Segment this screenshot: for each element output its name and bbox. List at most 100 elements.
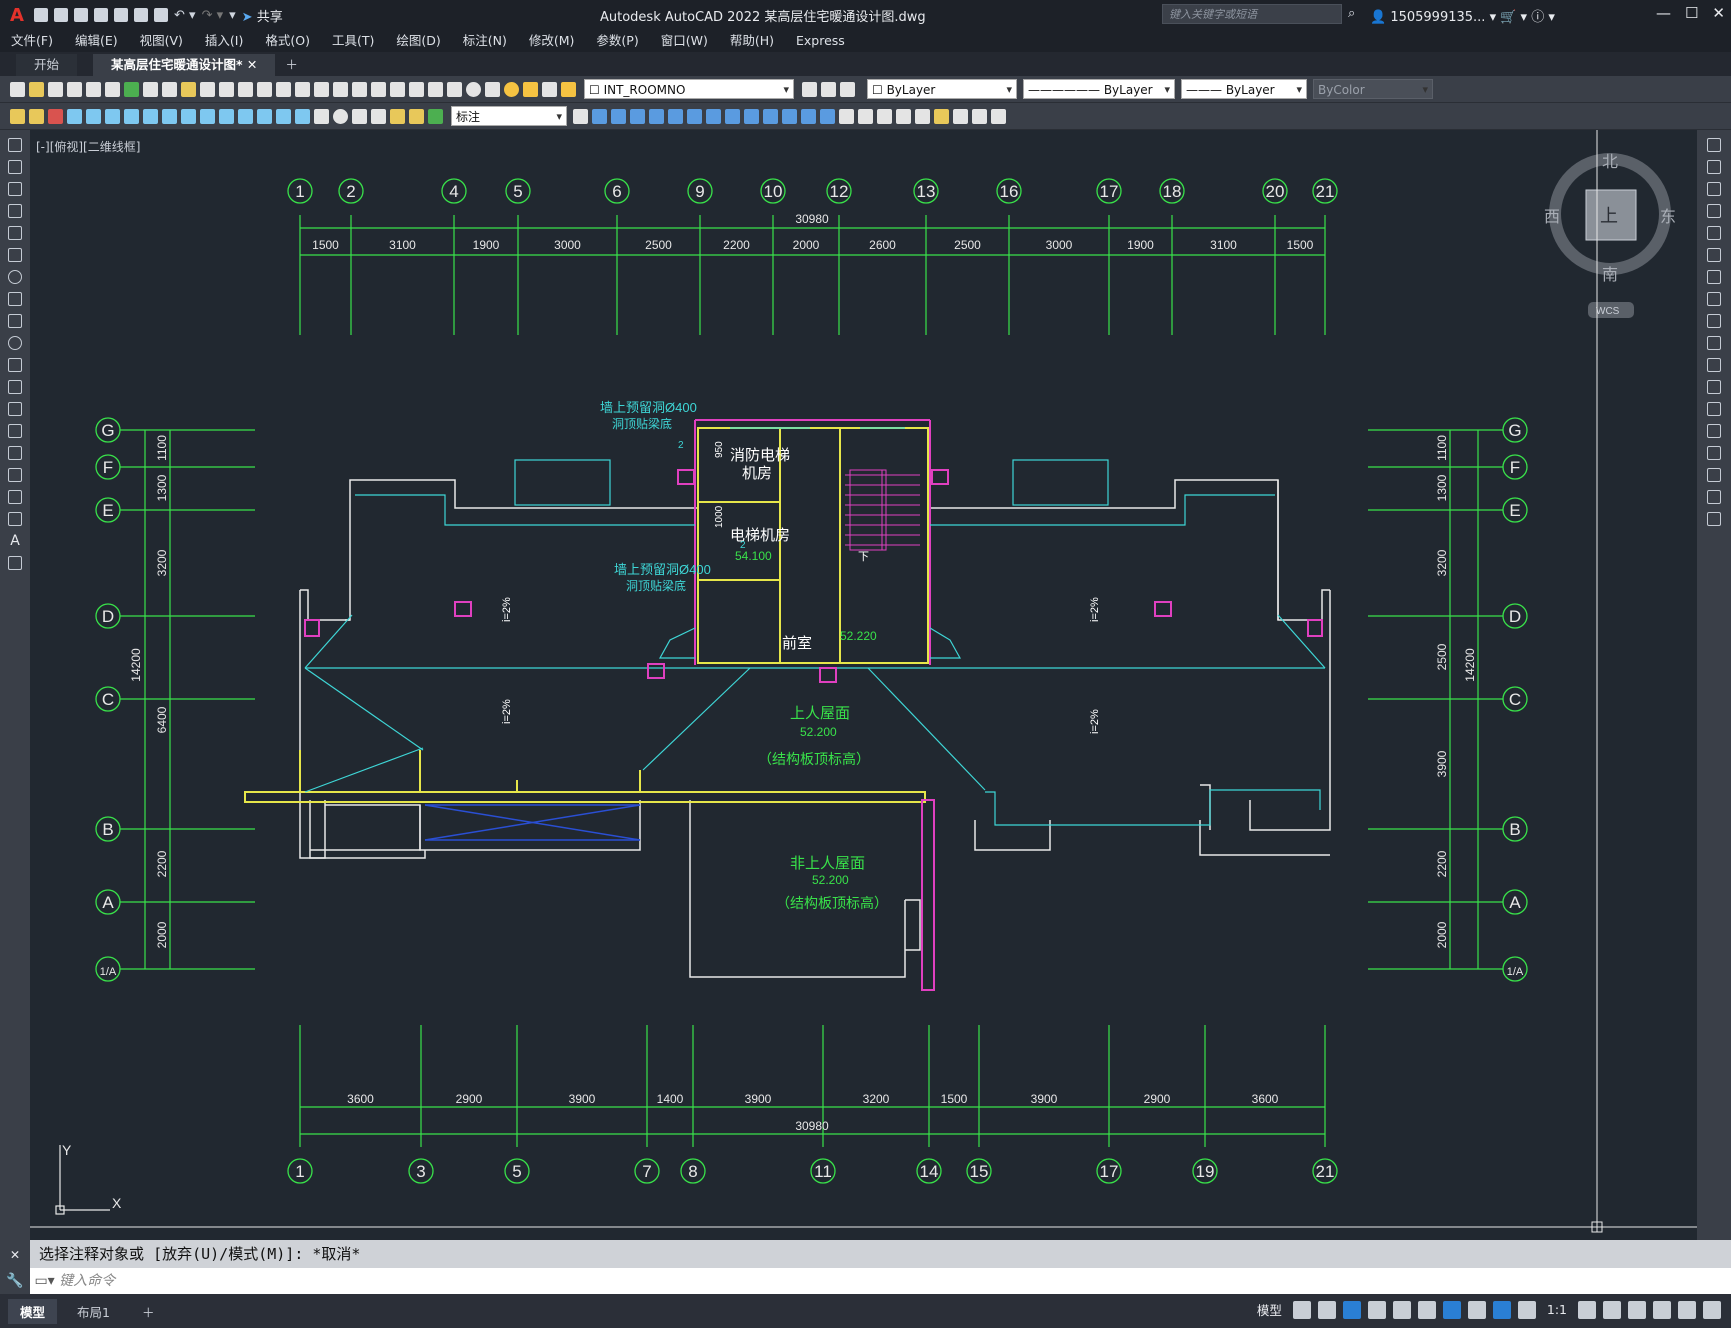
markup-icon[interactable] xyxy=(428,81,443,97)
plotstyle-dropdown[interactable]: ByColor xyxy=(1313,79,1433,100)
menu-draw[interactable]: 绘图(D) xyxy=(385,30,451,52)
pan-icon[interactable] xyxy=(276,81,291,97)
chamfer-icon[interactable] xyxy=(1707,446,1721,460)
ungroup-icon[interactable] xyxy=(858,108,873,124)
stretch-modify-icon[interactable] xyxy=(1707,314,1721,328)
copy-object-icon[interactable] xyxy=(668,108,683,124)
rotate-modify-icon[interactable] xyxy=(1707,270,1721,284)
menu-dimension[interactable]: 标注(N) xyxy=(452,30,518,52)
match-properties-icon[interactable] xyxy=(200,81,215,97)
dim-text-edit-icon[interactable] xyxy=(409,108,424,124)
color-dropdown[interactable]: ☐ ByLayer xyxy=(867,79,1017,100)
tab-start[interactable]: 开始 xyxy=(16,54,78,76)
blend-icon[interactable] xyxy=(1707,490,1721,504)
menu-format[interactable]: 格式(O) xyxy=(254,30,321,52)
edit-icon[interactable] xyxy=(10,108,25,124)
mirror-icon[interactable] xyxy=(687,108,702,124)
stretch-icon[interactable] xyxy=(782,108,797,124)
block-editor-icon[interactable] xyxy=(219,81,234,97)
offset-icon[interactable] xyxy=(706,108,721,124)
insert-block-icon[interactable] xyxy=(29,108,44,124)
workspace-gear-icon[interactable] xyxy=(1578,1300,1596,1319)
spline-icon[interactable] xyxy=(8,314,22,328)
diameter-dim-icon[interactable] xyxy=(181,108,196,124)
copy-modify-icon[interactable] xyxy=(1707,160,1721,174)
tolerance-icon[interactable] xyxy=(314,108,329,124)
menu-edit[interactable]: 编辑(E) xyxy=(64,30,129,52)
center-mark-icon[interactable] xyxy=(333,108,348,124)
point-icon[interactable] xyxy=(8,424,22,438)
menu-window[interactable]: 窗口(W) xyxy=(650,30,719,52)
minimize-icon[interactable]: — xyxy=(1656,4,1671,22)
dim-style-manager-icon[interactable] xyxy=(573,108,588,124)
hardware-acceleration-icon[interactable] xyxy=(1653,1300,1671,1319)
design-center-icon[interactable] xyxy=(371,81,386,97)
polygon-icon[interactable] xyxy=(8,204,22,218)
fillet-icon[interactable] xyxy=(1707,468,1721,482)
make-current-icon[interactable] xyxy=(802,81,817,97)
ortho-icon[interactable] xyxy=(1342,1300,1361,1319)
undo-tool-icon[interactable] xyxy=(238,81,253,97)
share-button[interactable]: ➤ 共享 xyxy=(242,6,283,25)
inspection-icon[interactable] xyxy=(352,108,367,124)
save-tool-icon[interactable] xyxy=(48,81,63,97)
trim-modify-icon[interactable] xyxy=(1707,336,1721,350)
customize-status-icon[interactable] xyxy=(1703,1300,1721,1319)
open-tool-icon[interactable] xyxy=(29,81,44,97)
angular-dim-icon[interactable] xyxy=(200,108,215,124)
viewport-controls[interactable]: [-][俯视][二维线框] xyxy=(36,138,140,155)
dim-space-icon[interactable] xyxy=(276,108,291,124)
erase-icon[interactable] xyxy=(1707,138,1721,152)
menu-view[interactable]: 视图(V) xyxy=(129,30,194,52)
layer-properties-icon[interactable] xyxy=(485,81,500,97)
menu-tools[interactable]: 工具(T) xyxy=(321,30,385,52)
qnew-icon[interactable] xyxy=(10,81,25,97)
annotation-scale[interactable]: 1:1 xyxy=(1543,1302,1571,1317)
arc-length-icon[interactable] xyxy=(105,108,120,124)
autocad-logo[interactable]: A xyxy=(0,5,34,26)
rectangle-icon[interactable] xyxy=(8,226,22,240)
menu-parametric[interactable]: 参数(P) xyxy=(585,30,649,52)
menu-file[interactable]: 文件(F) xyxy=(0,30,64,52)
dim-break-icon[interactable] xyxy=(295,108,310,124)
user-account[interactable]: 👤 1505999135... ▾ 🛒 ▾ ⓘ ▾ xyxy=(1370,6,1555,25)
grid-icon[interactable] xyxy=(1292,1300,1311,1319)
hatch-icon[interactable] xyxy=(8,446,22,460)
break-icon[interactable] xyxy=(1707,402,1721,416)
revcloud-icon[interactable] xyxy=(8,292,22,306)
command-input[interactable]: 键入命令 xyxy=(59,1273,115,1289)
search-icon[interactable]: ⌕ xyxy=(1348,6,1355,21)
xref-icon[interactable] xyxy=(972,108,987,124)
drawing-canvas[interactable] xyxy=(30,130,1697,1240)
preview-icon[interactable] xyxy=(86,81,101,97)
region-icon[interactable] xyxy=(8,490,22,504)
save-web-icon[interactable] xyxy=(134,8,148,22)
zoom-window-icon[interactable] xyxy=(314,81,329,97)
mtext-icon[interactable]: A xyxy=(8,534,22,548)
move-icon[interactable] xyxy=(649,108,664,124)
clean-screen-icon[interactable] xyxy=(1678,1300,1696,1319)
image-icon[interactable] xyxy=(991,108,1006,124)
customize-command-icon[interactable]: 🔧 xyxy=(0,1268,30,1294)
zoom-realtime-icon[interactable] xyxy=(295,81,310,97)
radius-dim-icon[interactable] xyxy=(143,108,158,124)
menu-modify[interactable]: 修改(M) xyxy=(518,30,586,52)
baseline-dim-icon[interactable] xyxy=(238,108,253,124)
quick-dim-icon[interactable] xyxy=(219,108,234,124)
close-icon[interactable]: ✕ xyxy=(1712,4,1725,22)
arc-icon[interactable] xyxy=(8,248,22,262)
dim-update-icon[interactable] xyxy=(428,108,443,124)
menu-insert[interactable]: 插入(I) xyxy=(194,30,254,52)
construction-line-icon[interactable] xyxy=(8,160,22,174)
view-left-icon[interactable] xyxy=(630,108,645,124)
osnap-icon[interactable] xyxy=(1442,1300,1461,1319)
offset-modify-icon[interactable] xyxy=(1707,204,1721,218)
extend-icon[interactable] xyxy=(820,108,835,124)
plot-tool-icon[interactable] xyxy=(67,81,82,97)
move-modify-icon[interactable] xyxy=(1707,248,1721,262)
continue-dim-icon[interactable] xyxy=(257,108,272,124)
layer-state-icon[interactable] xyxy=(840,81,855,97)
menu-help[interactable]: 帮助(H) xyxy=(719,30,785,52)
lineweight-dropdown[interactable]: ——— ByLayer xyxy=(1181,79,1307,100)
tool-palettes-icon[interactable] xyxy=(390,81,405,97)
